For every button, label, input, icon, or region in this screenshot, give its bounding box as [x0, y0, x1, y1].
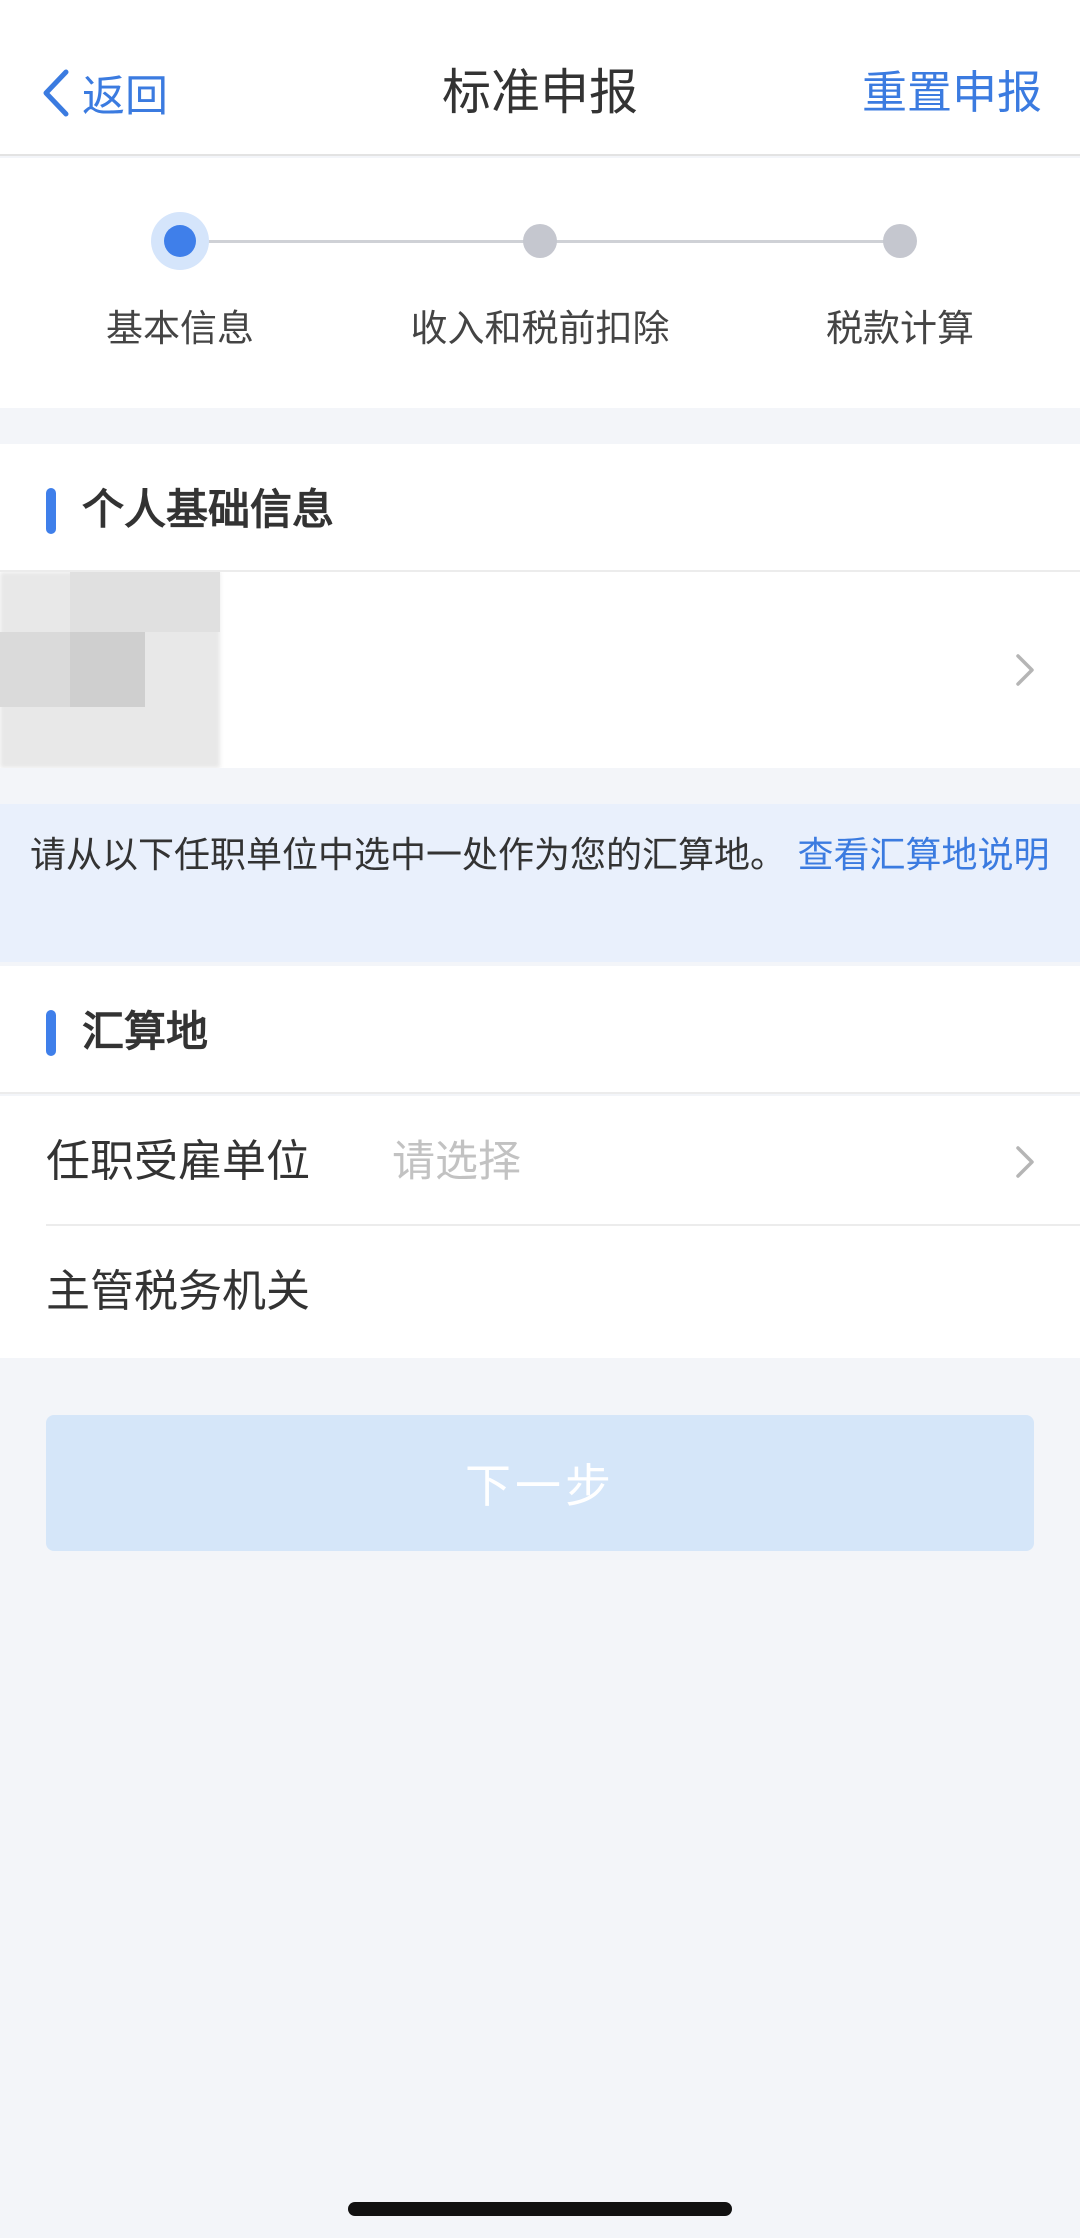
step-label-basic-info: 基本信息 [106, 307, 254, 350]
tax-office-label: 主管税务机关 [46, 1266, 310, 1317]
step-dot [883, 224, 917, 258]
nav-bar: 返回 标准申报 重置申报 [0, 0, 1080, 156]
employer-label: 任职受雇单位 [46, 1136, 310, 1187]
chevron-left-icon [43, 69, 69, 117]
home-indicator [348, 2202, 732, 2216]
settlement-header: 汇算地 [0, 966, 1080, 1094]
employer-select-row[interactable]: 任职受雇单位 请选择 [0, 1096, 1080, 1228]
redacted-block [70, 572, 220, 632]
redacted-block [0, 632, 70, 707]
reset-declaration-button[interactable]: 重置申报 [862, 58, 1042, 128]
chevron-right-icon [1016, 654, 1034, 686]
settlement-explanation-link[interactable]: 查看汇算地说明 [797, 835, 1049, 876]
back-button[interactable]: 返回 [40, 58, 168, 128]
chevron-right-icon [1016, 1146, 1034, 1178]
tax-declaration-page: 返回 标准申报 重置申报 基本信息 收入和税前扣除 税款计算 个人基础信息 请从… [0, 0, 1080, 2238]
settlement-notice: 请从以下任职单位中选中一处作为您的汇算地。 查看汇算地说明 [0, 804, 1080, 962]
next-step-button[interactable]: 下一步 [46, 1415, 1034, 1551]
redacted-block [70, 632, 145, 707]
step-connector [540, 240, 900, 243]
personal-info-row[interactable] [0, 572, 1080, 768]
tax-office-row: 主管税务机关 [0, 1226, 1080, 1358]
section-title: 汇算地 [82, 1007, 209, 1056]
notice-text: 请从以下任职单位中选中一处作为您的汇算地。 [30, 835, 787, 876]
step-label-income-deduction: 收入和税前扣除 [410, 307, 670, 350]
personal-info-header: 个人基础信息 [0, 444, 1080, 572]
section-accent-bar [46, 488, 56, 534]
step-dot [523, 224, 557, 258]
step-dot-active [151, 212, 209, 270]
section-accent-bar [46, 1010, 56, 1056]
step-label-tax-calculation: 税款计算 [826, 307, 974, 350]
step-connector [180, 240, 540, 243]
progress-stepper: 基本信息 收入和税前扣除 税款计算 [0, 158, 1080, 408]
employer-placeholder: 请选择 [392, 1137, 521, 1187]
section-title: 个人基础信息 [82, 485, 335, 534]
back-label: 返回 [82, 72, 168, 122]
